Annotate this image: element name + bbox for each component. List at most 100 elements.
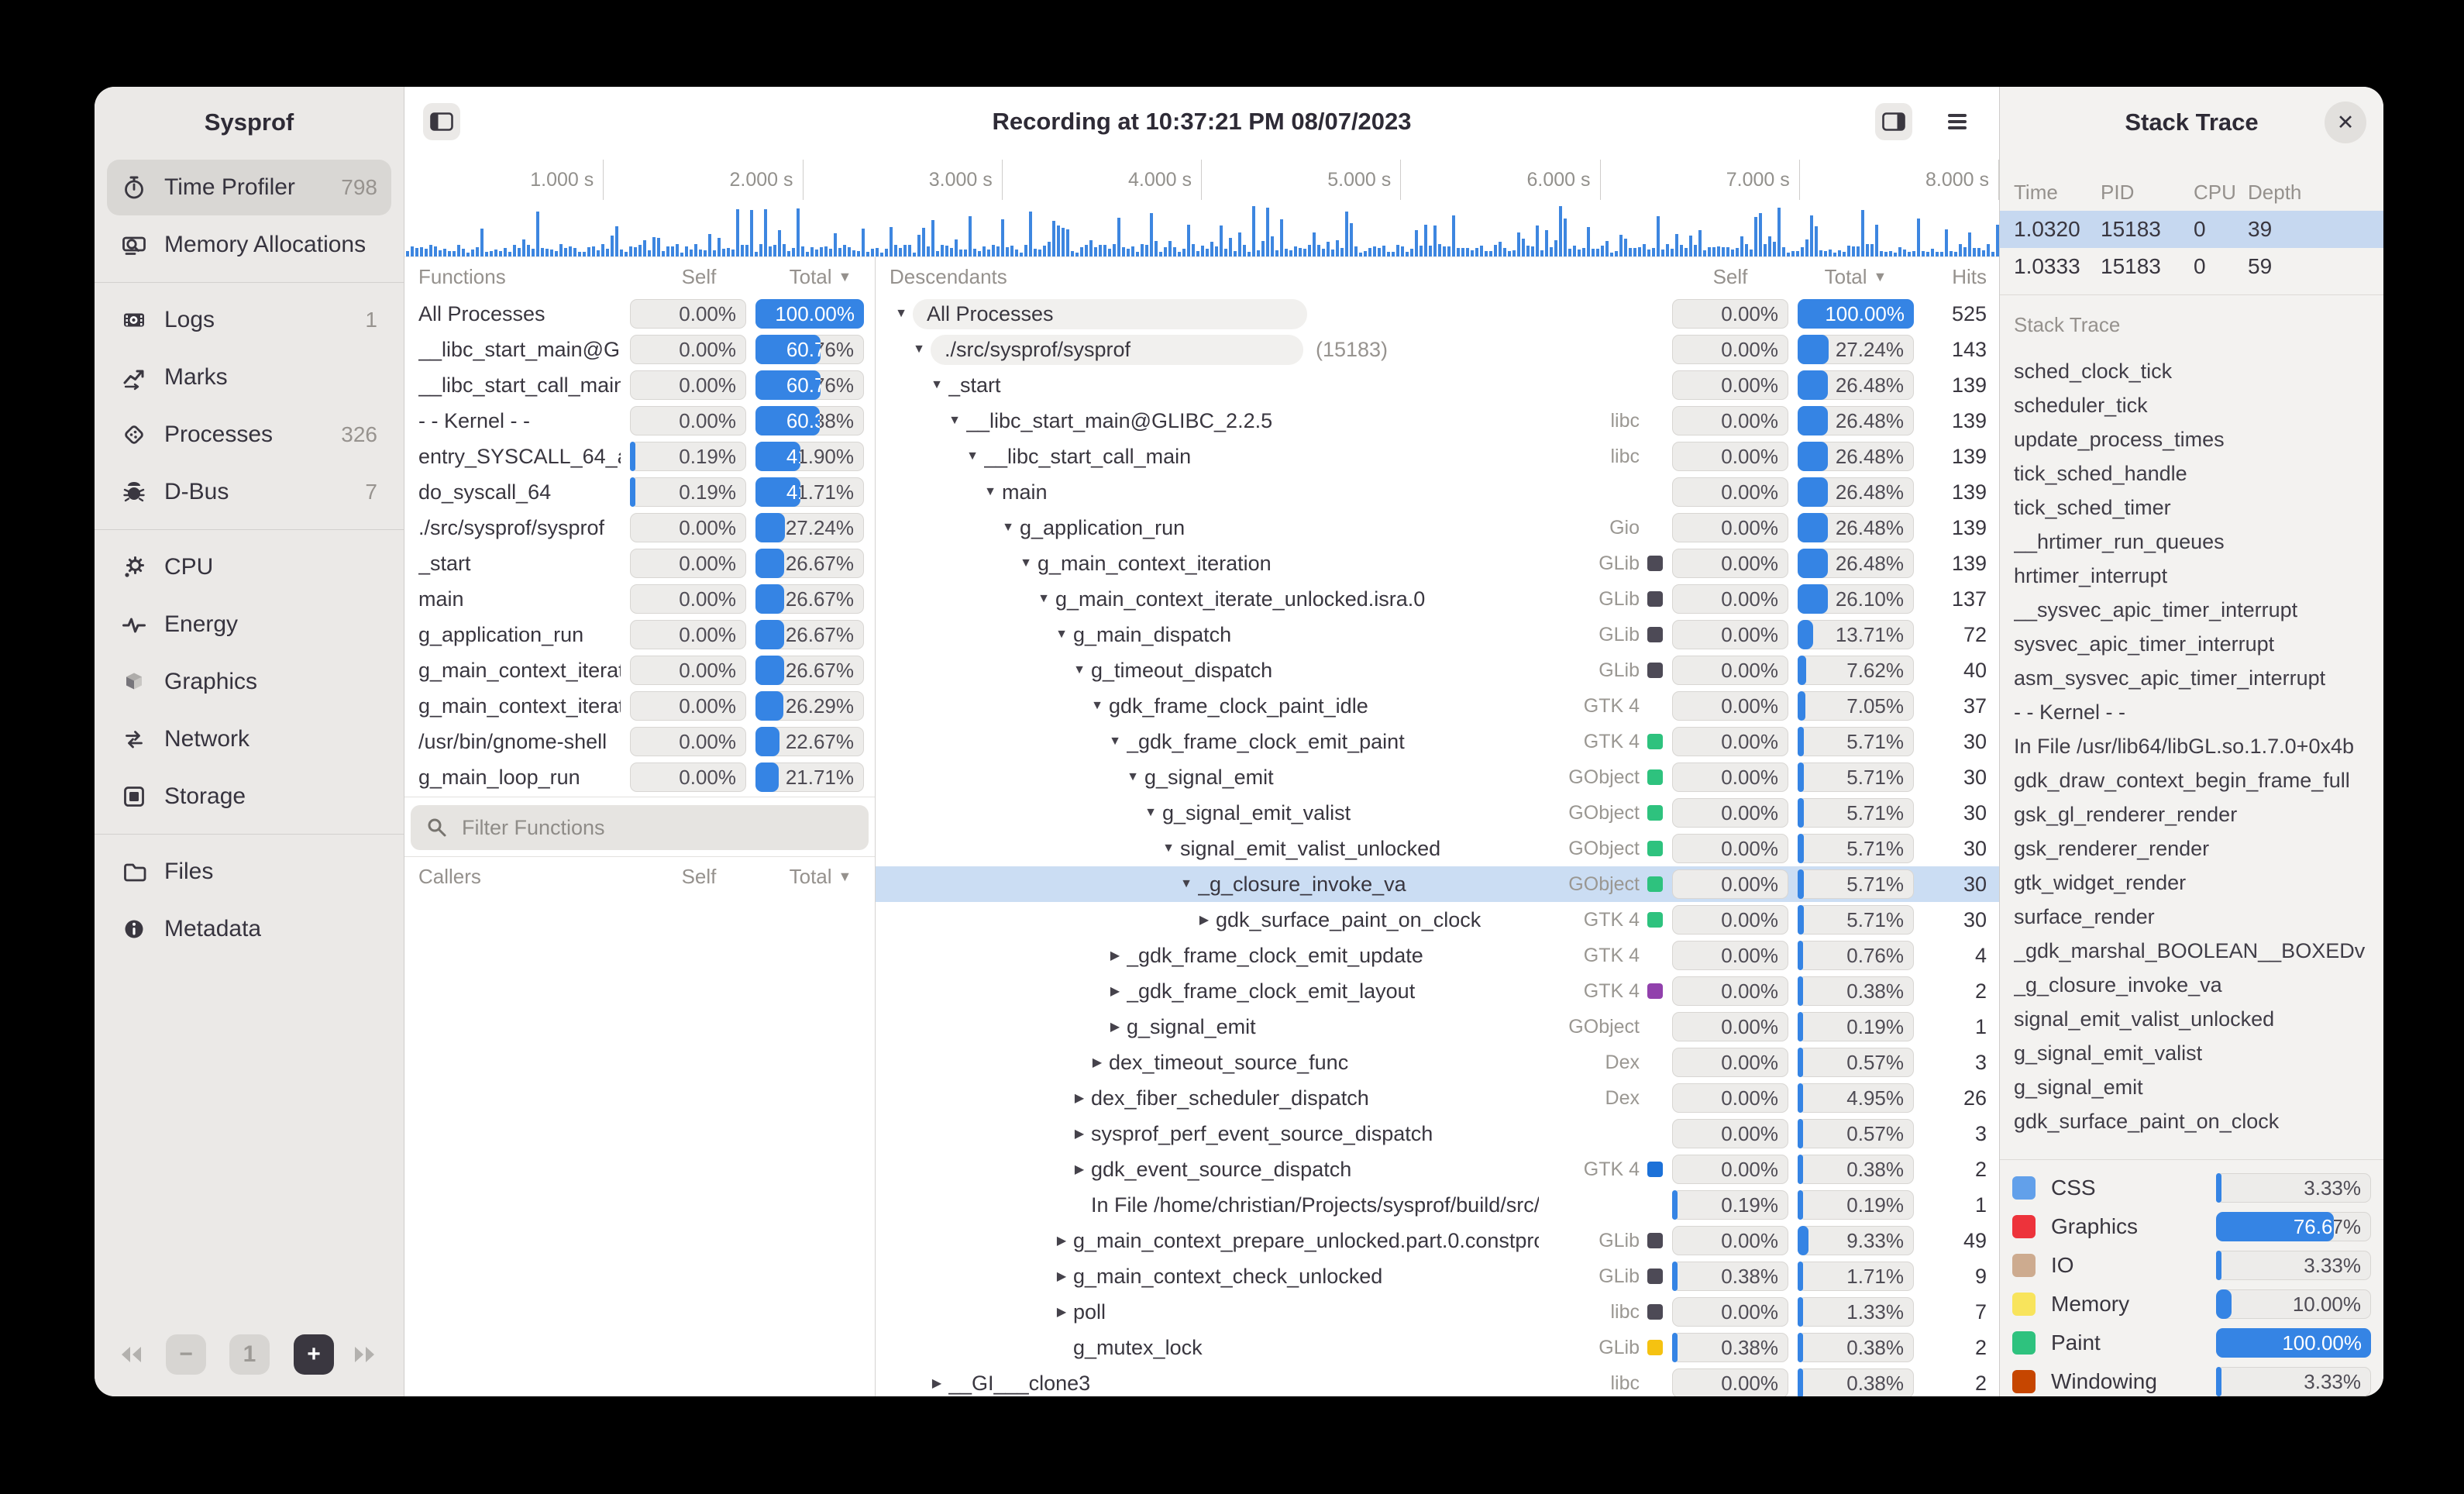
depth-column-header[interactable]: Depth: [2248, 181, 2383, 205]
descendant-row[interactable]: ▶dex_fiber_scheduler_dispatchDex0.00%4.9…: [876, 1080, 1999, 1116]
sidebar-item-d-bus[interactable]: D-Bus7: [107, 464, 391, 520]
stack-frame[interactable]: In File /usr/lib64/libGL.so.1.7.0+0x4b: [2014, 735, 2380, 759]
collapse-icon[interactable]: ▼: [1014, 556, 1038, 570]
descendant-row[interactable]: ▼__libc_start_main@GLIBC_2.2.5libc0.00%2…: [876, 403, 1999, 439]
stack-frame[interactable]: gsk_renderer_render: [2014, 837, 2380, 861]
collapse-icon[interactable]: ▼: [961, 449, 984, 463]
cpu-column-header[interactable]: CPU: [2194, 181, 2248, 205]
stack-frame[interactable]: signal_emit_valist_unlocked: [2014, 1007, 2380, 1031]
descendant-row[interactable]: ▼All Processes0.00%100.00%100.00%525: [876, 296, 1999, 332]
sidebar-item-cpu[interactable]: CPU: [107, 539, 391, 595]
total-column-header[interactable]: Total▼: [766, 265, 875, 289]
collapse-icon[interactable]: ▼: [1139, 806, 1162, 820]
sidebar-item-memory-allocations[interactable]: Memory Allocations: [107, 217, 391, 273]
collapse-icon[interactable]: ▼: [925, 378, 948, 392]
descendant-row[interactable]: ▶gdk_surface_paint_on_clockGTK 40.00%5.7…: [876, 902, 1999, 938]
stack-frame[interactable]: gtk_widget_render: [2014, 871, 2380, 895]
sidebar-item-storage[interactable]: Storage: [107, 769, 391, 824]
sample-row[interactable]: 1.032015183039: [2000, 211, 2383, 248]
collapse-icon[interactable]: ▼: [1068, 663, 1091, 677]
sidebar-item-marks[interactable]: Marks: [107, 349, 391, 405]
pid-column-header[interactable]: PID: [2101, 181, 2194, 205]
expand-icon[interactable]: ▶: [1103, 948, 1127, 963]
descendant-row[interactable]: ▼_g_closure_invoke_vaGObject0.00%5.71%5.…: [876, 866, 1999, 902]
callers-self-column-header[interactable]: Self: [641, 865, 757, 889]
zoom-in-button[interactable]: +: [294, 1334, 334, 1375]
expand-icon[interactable]: ▶: [1086, 1055, 1109, 1070]
sidebar-item-graphics[interactable]: Graphics: [107, 654, 391, 710]
stack-frame[interactable]: tick_sched_timer: [2014, 496, 2380, 520]
skip-forward-button[interactable]: [344, 1334, 384, 1375]
function-row[interactable]: entry_SYSCALL_64_after_hwframe0.19%0.19%…: [404, 439, 875, 474]
sample-row[interactable]: 1.033315183059: [2000, 248, 2383, 285]
collapse-icon[interactable]: ▼: [1032, 592, 1055, 606]
stack-frame[interactable]: gdk_draw_context_begin_frame_full: [2014, 769, 2380, 793]
cpu-usage-histogram[interactable]: [404, 205, 1999, 257]
descendant-row[interactable]: ▶_gdk_frame_clock_emit_updateGTK 40.00%0…: [876, 938, 1999, 973]
stack-frame[interactable]: gdk_surface_paint_on_clock: [2014, 1110, 2380, 1134]
collapse-icon[interactable]: ▼: [1050, 628, 1073, 642]
stack-frame[interactable]: sysvec_apic_timer_interrupt: [2014, 632, 2380, 656]
filter-functions-box[interactable]: [411, 805, 869, 850]
function-row[interactable]: g_main_context_iteration0.00%26.67%26.67…: [404, 652, 875, 688]
descendant-row[interactable]: ▼gdk_frame_clock_paint_idleGTK 40.00%7.0…: [876, 688, 1999, 724]
toggle-right-panel-button[interactable]: [1875, 103, 1912, 140]
descendants-hits-column-header[interactable]: Hits: [1925, 265, 1987, 289]
descendant-row[interactable]: ▼_gdk_frame_clock_emit_paintGTK 40.00%5.…: [876, 724, 1999, 759]
collapse-icon[interactable]: ▼: [890, 307, 913, 321]
descendant-row[interactable]: ▼./src/sysprof/sysprof(15183)0.00%27.24%…: [876, 332, 1999, 367]
expand-icon[interactable]: ▶: [1103, 1019, 1127, 1034]
descendant-row[interactable]: ▶__GI___clone3libc0.00%0.38%0.38%2: [876, 1365, 1999, 1396]
descendants-column-header[interactable]: Descendants: [876, 265, 1663, 289]
descendant-row[interactable]: ▶dex_timeout_source_funcDex0.00%0.57%0.5…: [876, 1045, 1999, 1080]
filter-functions-input[interactable]: [460, 815, 853, 841]
expand-icon[interactable]: ▶: [1050, 1304, 1073, 1320]
stack-frame[interactable]: hrtimer_interrupt: [2014, 564, 2380, 588]
expand-icon[interactable]: ▶: [1103, 983, 1127, 999]
expand-icon[interactable]: ▶: [1050, 1233, 1073, 1248]
sidebar-item-energy[interactable]: Energy: [107, 597, 391, 652]
expand-icon[interactable]: ▶: [1068, 1090, 1091, 1106]
stack-frame[interactable]: update_process_times: [2014, 428, 2380, 452]
collapse-icon[interactable]: ▼: [907, 343, 931, 356]
function-row[interactable]: do_syscall_640.19%0.19%41.71%41.71%: [404, 474, 875, 510]
collapse-icon[interactable]: ▼: [1103, 735, 1127, 749]
stack-frame[interactable]: _g_closure_invoke_va: [2014, 973, 2380, 997]
descendant-row[interactable]: ▼main0.00%26.48%26.48%139: [876, 474, 1999, 510]
function-row[interactable]: _start0.00%26.67%26.67%: [404, 546, 875, 581]
function-row[interactable]: ./src/sysprof/sysprof0.00%27.24%27.24%: [404, 510, 875, 546]
expand-icon[interactable]: ▶: [925, 1375, 948, 1391]
function-row[interactable]: - - Kernel - -0.00%60.38%60.38%: [404, 403, 875, 439]
descendant-row[interactable]: ▼g_main_dispatchGLib0.00%13.71%13.71%72: [876, 617, 1999, 652]
stack-frame[interactable]: asm_sysvec_apic_timer_interrupt: [2014, 666, 2380, 690]
descendant-row[interactable]: ▼g_timeout_dispatchGLib0.00%7.62%7.62%40: [876, 652, 1999, 688]
descendants-self-column-header[interactable]: Self: [1672, 265, 1788, 289]
sidebar-item-files[interactable]: Files: [107, 844, 391, 900]
stack-frame[interactable]: __sysvec_apic_timer_interrupt: [2014, 598, 2380, 622]
descendant-row[interactable]: g_mutex_lockGLib0.38%0.38%0.38%0.38%2: [876, 1330, 1999, 1365]
functions-column-header[interactable]: Functions: [404, 265, 631, 289]
close-panel-button[interactable]: ✕: [2325, 102, 2366, 143]
sidebar-item-time-profiler[interactable]: Time Profiler798: [107, 160, 391, 215]
descendant-row[interactable]: ▼g_main_context_iterationGLib0.00%26.48%…: [876, 546, 1999, 581]
self-column-header[interactable]: Self: [641, 265, 757, 289]
descendant-row[interactable]: ▼g_signal_emitGObject0.00%5.71%5.71%30: [876, 759, 1999, 795]
callers-total-column-header[interactable]: Total▼: [766, 865, 875, 889]
stack-frame[interactable]: gsk_gl_renderer_render: [2014, 803, 2380, 827]
function-row[interactable]: /usr/bin/gnome-shell0.00%22.67%22.67%: [404, 724, 875, 759]
stack-frame[interactable]: surface_render: [2014, 905, 2380, 929]
descendant-row[interactable]: ▼__libc_start_call_mainlibc0.00%26.48%26…: [876, 439, 1999, 474]
zoom-out-button[interactable]: −: [166, 1334, 206, 1375]
sidebar-item-network[interactable]: Network: [107, 711, 391, 767]
stack-frame[interactable]: tick_sched_handle: [2014, 462, 2380, 486]
sidebar-item-metadata[interactable]: Metadata: [107, 901, 391, 957]
sidebar-item-logs[interactable]: Logs1: [107, 292, 391, 348]
function-row[interactable]: g_main_context_iterate_unlocked.isra.00.…: [404, 688, 875, 724]
function-row[interactable]: __libc_start_call_main0.00%60.76%60.76%: [404, 367, 875, 403]
descendant-row[interactable]: ▼g_application_runGio0.00%26.48%26.48%13…: [876, 510, 1999, 546]
function-row[interactable]: g_application_run0.00%26.67%26.67%: [404, 617, 875, 652]
function-row[interactable]: main0.00%26.67%26.67%: [404, 581, 875, 617]
collapse-icon[interactable]: ▼: [1157, 842, 1180, 855]
skip-backward-button[interactable]: [112, 1334, 152, 1375]
descendants-total-column-header[interactable]: Total▼: [1798, 265, 1914, 289]
